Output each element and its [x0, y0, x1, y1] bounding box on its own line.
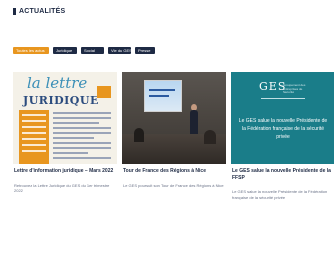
- section-header: ACTUALITÉS: [13, 8, 65, 15]
- cover-title-line1: la lettre: [27, 74, 88, 92]
- ges-logo-subtitle: Groupement des Entreprises de Sécurité: [283, 83, 306, 94]
- filter-juridique-button[interactable]: Juridique: [53, 47, 77, 54]
- section-marker-icon: [13, 8, 16, 15]
- filter-vie-ges-button[interactable]: Vie du GES: [108, 47, 132, 54]
- cover-badge: [97, 86, 111, 98]
- filter-presse-button[interactable]: Presse: [135, 47, 155, 54]
- ges-banner-caption: Le GES salue la nouvelle Présidente de l…: [238, 118, 328, 140]
- newsletter-cover-image: la lettre JURIDIQUE: [13, 72, 117, 164]
- conference-photo-image: [122, 72, 226, 164]
- news-cards: la lettre JURIDIQUE Lettre d'information…: [13, 72, 334, 250]
- news-card[interactable]: Tour de France des Régions à Nice Le GES…: [122, 72, 226, 250]
- projection-screen: [144, 80, 182, 112]
- cover-text-lines: [53, 112, 111, 164]
- filter-bar: Toutes les actus Juridique Social Vie du…: [13, 47, 155, 54]
- news-card[interactable]: GES Groupement des Entreprises de Sécuri…: [231, 72, 334, 250]
- section-title: ACTUALITÉS: [19, 8, 66, 15]
- cover-sidebar: [19, 110, 49, 164]
- news-card[interactable]: la lettre JURIDIQUE Lettre d'information…: [13, 72, 117, 250]
- news-card-description: Le GES salue la nouvelle Présidente de l…: [232, 189, 328, 200]
- filter-all-button[interactable]: Toutes les actus: [13, 47, 49, 54]
- news-card-title[interactable]: Lettre d'information juridique – Mars 20…: [13, 168, 117, 175]
- ges-banner-image: GES Groupement des Entreprises de Sécuri…: [231, 72, 334, 164]
- filter-social-button[interactable]: Social: [81, 47, 104, 54]
- news-card-image[interactable]: GES Groupement des Entreprises de Sécuri…: [231, 72, 334, 164]
- cover-title-line2: JURIDIQUE: [23, 94, 99, 107]
- news-card-description: Retrouvez la Lettre Juridique du GES du …: [14, 182, 110, 194]
- news-card-title[interactable]: Tour de France des Régions à Nice: [122, 168, 226, 175]
- news-card-image[interactable]: [122, 72, 226, 164]
- news-card-image[interactable]: la lettre JURIDIQUE: [13, 72, 117, 164]
- news-card-title[interactable]: Le GES salue la nouvelle Présidente de l…: [231, 168, 334, 181]
- news-card-description: Le GES poursuit son Tour de France des R…: [123, 182, 224, 188]
